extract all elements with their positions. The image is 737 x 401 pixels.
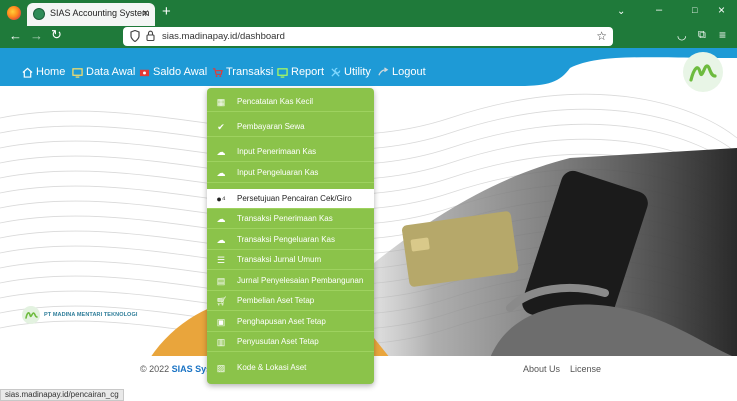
nav-label-report: Report: [291, 66, 325, 78]
dropdown-item-label: Persetujuan Pencairan Cek/Giro: [237, 194, 352, 203]
dropdown-item-label: Jurnal Penyelesaian Pembangunan: [237, 276, 364, 285]
site-favicon-icon: [33, 8, 45, 20]
pocket-icon[interactable]: ◡: [677, 29, 687, 42]
reload-icon[interactable]: ↻: [51, 27, 62, 43]
dropdown-item-transaksi-jurnal-umum[interactable]: ☰ Transaksi Jurnal Umum: [207, 250, 374, 270]
dropdown-item-input-pengeluaran-kas[interactable]: ☁ Input Pengeluaran Kas: [207, 163, 374, 183]
dropdown-item-label: Transaksi Pengeluaran Kas: [237, 235, 335, 244]
dropdown-item-pembayaran-sewa[interactable]: ✔ Pembayaran Sewa: [207, 117, 374, 137]
company-mark-icon: [22, 306, 40, 324]
browser-tab[interactable]: SIAS Accounting System ×: [27, 3, 155, 26]
nav-data-awal[interactable]: Data Awal: [72, 66, 135, 78]
browser-toolbar: ← → ↻ sias.madinapay.id/dashboard ☆ ◡ ⧉ …: [0, 26, 737, 48]
dropdown-item-label: Pembelian Aset Tetap: [237, 296, 315, 305]
nav-logout[interactable]: Logout: [378, 66, 426, 78]
copyright-year: © 2022: [140, 364, 170, 374]
dropdown-item-label: Transaksi Jurnal Umum: [237, 255, 322, 264]
nav-label-home: Home: [36, 66, 66, 78]
money-icon: [139, 69, 150, 76]
about-us-link[interactable]: About Us: [523, 364, 560, 374]
dropdown-item-penyusutan-aset[interactable]: ▥ Penyusutan Aset Tetap: [207, 332, 374, 352]
dropdown-item-transaksi-penerimaan-kas[interactable]: ☁ Transaksi Penerimaan Kas: [207, 209, 374, 229]
cloud-upload-icon: ☁: [216, 214, 226, 224]
browser-tab-strip: SIAS Accounting System × + ⌄ – □ ×: [0, 0, 737, 26]
tools-icon: [331, 67, 341, 77]
dropdown-item-label: Transaksi Penerimaan Kas: [237, 214, 333, 223]
approval-icon: ●⁴: [216, 194, 226, 204]
dropdown-item-penghapusan-aset[interactable]: ▣ Penghapusan Aset Tetap: [207, 312, 374, 332]
status-bar-url: sias.madinapay.id/pencairan_cg: [0, 389, 124, 401]
report-icon: [277, 67, 288, 78]
dropdown-item-label: Input Pengeluaran Kas: [237, 168, 319, 177]
archive-icon: ▤: [216, 276, 226, 286]
calculator-icon: ▦: [216, 97, 226, 107]
nav-label-logout: Logout: [392, 66, 426, 78]
dropdown-item-label: Pembayaran Sewa: [237, 122, 305, 131]
image-icon: ▨: [216, 363, 226, 373]
maximize-icon[interactable]: □: [692, 5, 697, 15]
dropdown-item-input-penerimaan-kas[interactable]: ☁ Input Penerimaan Kas: [207, 142, 374, 162]
nav-label-transaksi: Transaksi: [226, 66, 274, 78]
nav-transaksi[interactable]: Transaksi: [212, 66, 273, 78]
dropdown-item-pencatatan-kas-kecil[interactable]: ▦ Pencatatan Kas Kecil: [207, 92, 374, 112]
hamburger-menu-icon[interactable]: ≡: [719, 28, 726, 42]
home-icon: [22, 67, 33, 78]
forward-arrow-icon[interactable]: →: [30, 28, 43, 43]
lock-icon[interactable]: [146, 30, 155, 41]
cloud-upload-icon: ☁: [216, 235, 226, 245]
new-tab-icon[interactable]: +: [162, 3, 171, 20]
dropdown-item-label: Pencatatan Kas Kecil: [237, 97, 314, 106]
cloud-upload-icon: ☁: [216, 147, 226, 157]
trash-icon: ▣: [216, 317, 226, 327]
bookmark-star-icon[interactable]: ☆: [596, 29, 607, 43]
nav-saldo-awal[interactable]: Saldo Awal: [139, 66, 207, 78]
dropdown-item-label: Input Penerimaan Kas: [237, 147, 317, 156]
cart-icon: [212, 67, 223, 77]
dropdown-item-transaksi-pengeluaran-kas[interactable]: ☁ Transaksi Pengeluaran Kas: [207, 230, 374, 250]
calendar-icon: ▥: [216, 337, 226, 347]
dropdown-item-pembelian-aset[interactable]: 🛒︎ Pembelian Aset Tetap: [207, 291, 374, 311]
chevron-down-icon[interactable]: ⌄: [617, 6, 625, 17]
back-arrow-icon[interactable]: ←: [9, 28, 22, 43]
minimize-icon[interactable]: –: [656, 4, 662, 16]
license-link[interactable]: License: [570, 364, 601, 374]
company-logo: PT MADINA MENTARI TEKNOLOGI: [22, 306, 137, 324]
copyright: © 2022 SIAS Syst: [140, 364, 214, 374]
dropdown-item-label: Penghapusan Aset Tetap: [237, 317, 326, 326]
company-name: PT MADINA MENTARI TEKNOLOGI: [44, 312, 138, 318]
dropdown-item-label: Kode & Lokasi Aset: [237, 363, 307, 372]
dropdown-item-kode-lokasi-aset[interactable]: ▨ Kode & Lokasi Aset: [207, 358, 374, 378]
nav-report[interactable]: Report: [277, 66, 324, 78]
firefox-logo-icon[interactable]: [7, 6, 21, 20]
address-bar[interactable]: sias.madinapay.id/dashboard ☆: [123, 27, 613, 46]
url-text[interactable]: sias.madinapay.id/dashboard: [162, 31, 285, 42]
close-tab-icon[interactable]: ×: [142, 6, 149, 20]
cart-icon: 🛒︎: [216, 296, 228, 306]
check-icon: ✔: [217, 122, 225, 132]
extensions-icon[interactable]: ⧉: [698, 29, 706, 42]
nav-utility[interactable]: Utility: [330, 66, 371, 78]
dropdown-item-persetujuan-pencairan[interactable]: ●⁴ Persetujuan Pencairan Cek/Giro: [207, 189, 374, 209]
nav-home[interactable]: Home: [22, 66, 65, 78]
shield-icon[interactable]: [130, 30, 140, 42]
dropdown-item-jurnal-penyelesaian[interactable]: ▤ Jurnal Penyelesaian Pembangunan: [207, 271, 374, 291]
nav-label-saldo-awal: Saldo Awal: [153, 66, 208, 78]
brand-logo[interactable]: [683, 52, 723, 92]
nav-label-utility: Utility: [344, 66, 371, 78]
nav-label-data-awal: Data Awal: [86, 66, 136, 78]
transaksi-dropdown-menu: ▦ Pencatatan Kas Kecil ✔ Pembayaran Sewa…: [207, 88, 374, 384]
list-icon: ☰: [216, 255, 226, 265]
tab-title: SIAS Accounting System: [50, 8, 150, 18]
window-close-icon[interactable]: ×: [718, 3, 725, 17]
dropdown-item-label: Penyusutan Aset Tetap: [237, 337, 319, 346]
logout-icon: [378, 66, 389, 76]
cloud-upload-icon: ☁: [216, 168, 226, 178]
monitor-icon: [72, 67, 83, 78]
